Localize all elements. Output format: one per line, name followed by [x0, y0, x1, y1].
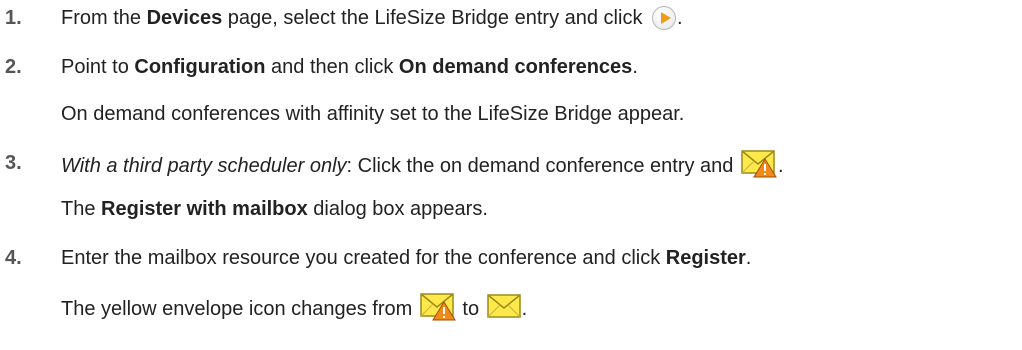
step-text: Point to Configuration and then click On…	[61, 52, 638, 82]
step-text-part: and then click	[265, 56, 399, 78]
step-condition: With a third party scheduler only	[61, 155, 347, 177]
step-text-part: .	[677, 7, 683, 29]
step-number: 1.	[5, 7, 22, 29]
step-text-part: to	[456, 298, 485, 320]
step-text-part: .	[521, 298, 528, 320]
step-text: From the Devices page, select the LifeSi…	[61, 3, 683, 33]
step-text-part: Enter the mailbox resource you created f…	[61, 247, 666, 269]
procedure-steps: 1. From the Devices page, select the Lif…	[0, 0, 1022, 350]
play-button-icon	[652, 6, 676, 30]
step-text-part: .	[777, 155, 784, 177]
step-text-part: The	[61, 198, 102, 220]
step-text-part: Point to	[61, 56, 135, 78]
ui-term-register: Register	[665, 247, 746, 269]
envelope-icon	[486, 294, 521, 318]
step-result-text: The yellow envelope icon changes from to…	[61, 291, 527, 324]
step-result-text: The Register with mailbox dialog box app…	[61, 194, 488, 224]
step-text: Enter the mailbox resource you created f…	[61, 243, 751, 273]
ui-term-register-with-mailbox: Register with mailbox	[101, 198, 308, 220]
step-number: 2.	[5, 56, 22, 78]
step-number: 3.	[5, 152, 22, 174]
step-text: With a third party scheduler only: Click…	[61, 148, 784, 181]
ui-term-on-demand-conferences: On demand conferences	[398, 56, 633, 78]
step-text-part: .	[745, 247, 752, 269]
ui-term-configuration: Configuration	[134, 56, 266, 78]
step-text-part: From the	[61, 7, 147, 29]
step-text-part: : Click the on demand conference entry a…	[346, 155, 739, 177]
ui-term-devices: Devices	[146, 7, 223, 29]
step-text-part: page, select the LifeSize Bridge entry a…	[222, 7, 648, 29]
envelope-warning-icon	[741, 150, 777, 178]
step-text-part: dialog box appears.	[307, 198, 488, 220]
step-text-part: .	[632, 56, 638, 78]
step-number: 4.	[5, 247, 22, 269]
envelope-warning-icon	[420, 293, 456, 321]
step-text-part: The yellow envelope icon changes from	[61, 298, 418, 320]
step-result-text: On demand conferences with affinity set …	[61, 103, 685, 125]
